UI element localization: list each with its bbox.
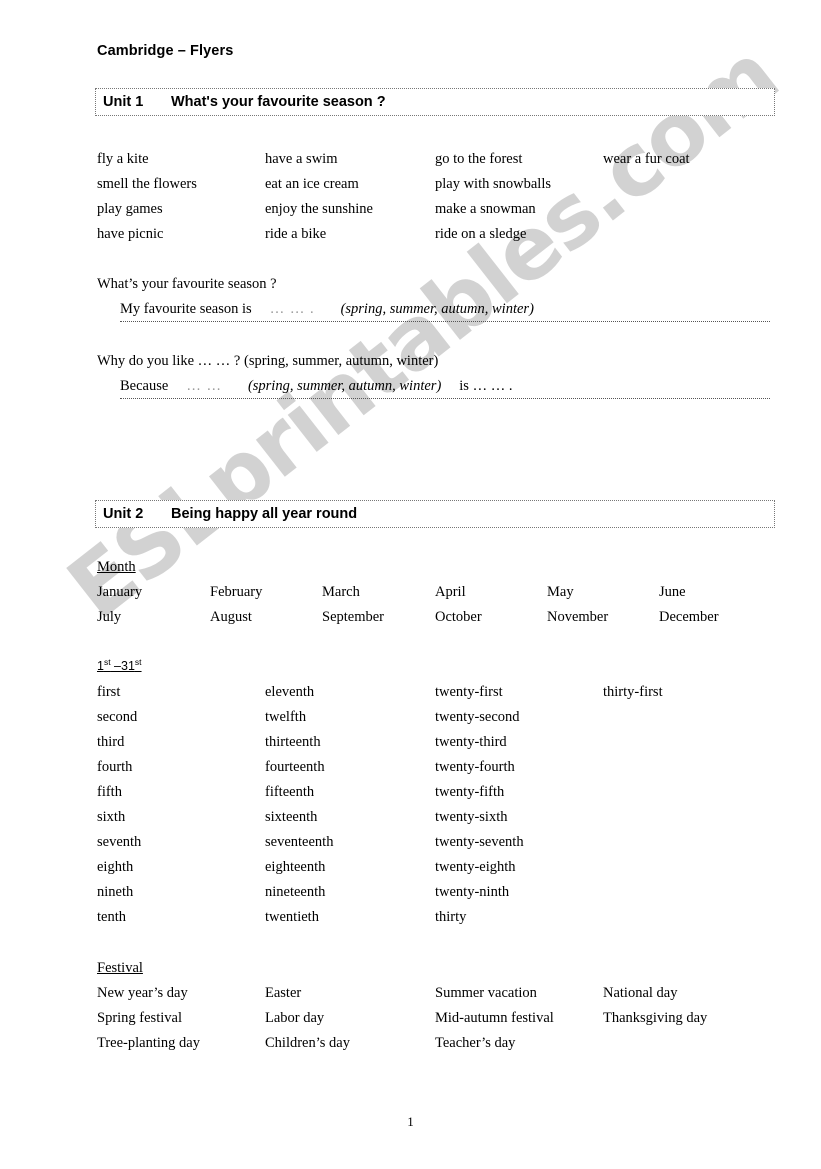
vocab-item: eat an ice cream <box>265 176 359 192</box>
vocab-item: fly a kite <box>97 151 149 167</box>
ordinal-range-heading: 1st –31st <box>97 657 142 675</box>
ordinal-item: nineteenth <box>265 884 326 900</box>
month-item: October <box>435 609 482 625</box>
vocab-item: make a snowman <box>435 201 536 217</box>
unit-1-label: Unit 1 <box>103 94 144 110</box>
vocab-item: play games <box>97 201 163 217</box>
unit-2-title: Being happy all year round <box>171 506 358 522</box>
qa-answer-line[interactable]: My favourite season is … … . (spring, summ… <box>120 300 770 322</box>
vocab-item: enjoy the sunshine <box>265 201 373 217</box>
ordinal-item: twenty-ninth <box>435 884 510 900</box>
ordinal-item: sixth <box>97 809 126 825</box>
vocab-item: have a swim <box>265 151 338 167</box>
ordinal-item: twentieth <box>265 909 319 925</box>
ordinal-item: eighteenth <box>265 859 326 875</box>
month-item: September <box>322 609 385 625</box>
unit-2-label: Unit 2 <box>103 506 144 522</box>
ordinal-item: twelfth <box>265 709 307 725</box>
vocab-item: go to the forest <box>435 151 523 167</box>
vocab-item: play with snowballs <box>435 176 551 192</box>
qa-answer-dots: … … . <box>269 301 315 317</box>
ordinal-item: twenty-seventh <box>435 834 524 850</box>
qa-answer-dots: … … <box>186 378 222 394</box>
ordinal-item: twenty-third <box>435 734 507 750</box>
month-item: November <box>547 609 609 625</box>
qa-answer-hint: (spring, summer, autumn, winter) <box>247 378 442 394</box>
qa-answer-suffix: is … … . <box>459 378 513 394</box>
page-title: Cambridge – Flyers <box>97 43 234 59</box>
festival-item: Teacher’s day <box>435 1035 516 1051</box>
vocab-item: smell the flowers <box>97 176 197 192</box>
qa-answer-hint: (spring, summer, autumn, winter) <box>340 301 534 317</box>
qa-question: Why do you like … … ? (spring, summer, a… <box>97 353 439 369</box>
festival-item: Thanksgiving day <box>603 1010 708 1026</box>
month-item: February <box>210 584 263 600</box>
festival-item: Mid-autumn festival <box>435 1010 554 1026</box>
ordinal-item: twenty-fourth <box>435 759 515 775</box>
month-heading: Month <box>97 559 136 575</box>
month-item: July <box>97 609 122 625</box>
month-item: January <box>97 584 143 600</box>
vocab-item: have picnic <box>97 226 164 242</box>
ordinal-item: seventh <box>97 834 142 850</box>
ordinal-item: twenty-sixth <box>435 809 508 825</box>
ordinal-heading-sup-2: st <box>134 656 142 667</box>
unit-2-header-box: Unit 2 Being happy all year round <box>95 500 775 528</box>
ordinal-heading-prefix: 1 <box>97 659 104 673</box>
festival-item: Easter <box>265 985 302 1001</box>
vocab-item: ride on a sledge <box>435 226 527 242</box>
festival-item: Tree-planting day <box>97 1035 200 1051</box>
ordinal-item: fourth <box>97 759 133 775</box>
festival-item: New year’s day <box>97 985 188 1001</box>
unit-1-title: What's your favourite season ? <box>171 94 386 110</box>
ordinal-item: twenty-second <box>435 709 520 725</box>
festival-item: National day <box>603 985 678 1001</box>
ordinal-item: twenty-eighth <box>435 859 516 875</box>
ordinal-item: seventeenth <box>265 834 334 850</box>
ordinal-item: fifth <box>97 784 122 800</box>
ordinal-item: twenty-first <box>435 684 503 700</box>
qa-answer-prefix: My favourite season is <box>120 301 252 317</box>
ordinal-heading-sup-1: st <box>103 656 111 667</box>
ordinal-item: nineth <box>97 884 134 900</box>
qa-question: What’s your favourite season ? <box>97 276 277 292</box>
ordinal-item: thirty <box>435 909 467 925</box>
month-item: March <box>322 584 360 600</box>
ordinal-item: sixteenth <box>265 809 318 825</box>
ordinal-item: twenty-fifth <box>435 784 505 800</box>
month-item: August <box>210 609 252 625</box>
festival-heading: Festival <box>97 960 143 976</box>
festival-item: Summer vacation <box>435 985 537 1001</box>
month-item: April <box>435 584 466 600</box>
ordinal-item: eleventh <box>265 684 315 700</box>
ordinal-item: fourteenth <box>265 759 325 775</box>
qa-answer-prefix: Because <box>120 378 169 394</box>
ordinal-heading-middle: –31 <box>110 659 135 673</box>
ordinal-item: tenth <box>97 909 126 925</box>
month-item: December <box>659 609 719 625</box>
vocab-item: wear a fur coat <box>603 151 690 167</box>
ordinal-item: thirteenth <box>265 734 321 750</box>
festival-item: Children’s day <box>265 1035 350 1051</box>
worksheet-page: Cambridge – Flyers Unit 1 What's your fa… <box>0 0 821 1169</box>
ordinal-item: second <box>97 709 138 725</box>
qa-answer-line[interactable]: Because … … (spring, summer, autumn, winte… <box>120 377 770 399</box>
month-item: June <box>659 584 686 600</box>
ordinal-item: first <box>97 684 121 700</box>
month-item: May <box>547 584 574 600</box>
unit-1-header-box: Unit 1 What's your favourite season ? <box>95 88 775 116</box>
festival-item: Labor day <box>265 1010 325 1026</box>
vocab-item: ride a bike <box>265 226 327 242</box>
festival-item: Spring festival <box>97 1010 182 1026</box>
ordinal-item: eighth <box>97 859 134 875</box>
page-number: 1 <box>407 1114 414 1129</box>
ordinal-item: thirty-first <box>603 684 663 700</box>
ordinal-item: fifteenth <box>265 784 315 800</box>
ordinal-item: third <box>97 734 125 750</box>
